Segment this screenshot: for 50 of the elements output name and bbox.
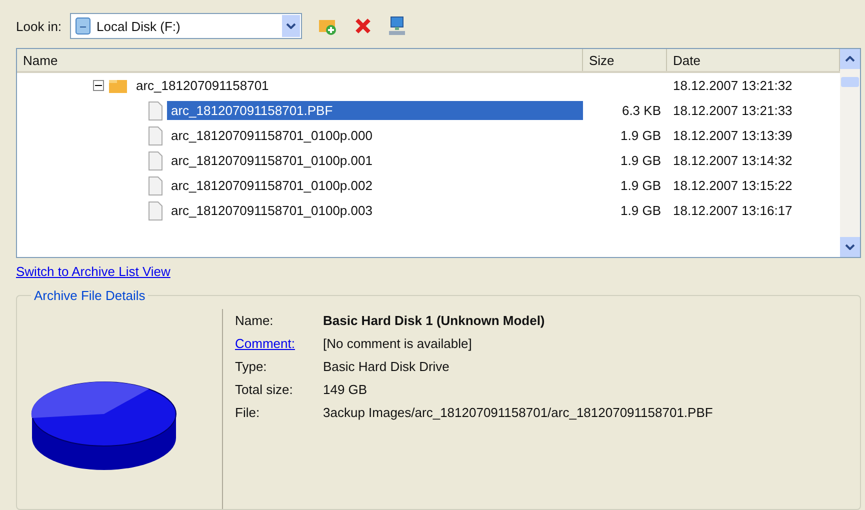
file-date: 18.12.2007 13:14:32: [672, 153, 794, 168]
scrollbar[interactable]: [840, 49, 860, 257]
field-value: Basic Hard Disk Drive: [323, 359, 450, 374]
delete-button[interactable]: [354, 17, 372, 35]
file-icon: [147, 200, 163, 220]
look-in-dropdown[interactable]: Local Disk (F:): [70, 13, 302, 39]
file-size: 1.9 GB: [620, 203, 662, 218]
column-header[interactable]: Size: [583, 49, 667, 71]
file-size: 1.9 GB: [620, 153, 662, 168]
scroll-thumb[interactable]: [841, 77, 859, 87]
look-in-label: Look in:: [16, 18, 62, 34]
field-label: Type:: [235, 359, 268, 374]
file-name[interactable]: arc_181207091158701_0100p.002: [167, 176, 376, 195]
folder-plus-icon: [318, 17, 338, 35]
field-value: Basic Hard Disk 1 (Unknown Model): [323, 313, 546, 328]
field-label: Name:: [235, 313, 274, 328]
file-name[interactable]: arc_181207091158701_0100p.000: [167, 126, 376, 145]
column-header[interactable]: Name: [17, 49, 583, 71]
file-icon: [147, 150, 163, 170]
file-size: 1.9 GB: [620, 178, 662, 193]
field-value: [No comment is available]: [323, 336, 473, 351]
file-date: 18.12.2007 13:16:17: [672, 203, 794, 218]
comment-link[interactable]: Comment:: [235, 336, 323, 351]
file-icon: [147, 126, 163, 146]
file-date: 18.12.2007 13:21:32: [672, 78, 794, 93]
group-title: Archive File Details: [33, 288, 146, 303]
field-value: 3ackup Images/arc_181207091158701/arc_181207091158701.PBF: [323, 405, 713, 420]
network-button[interactable]: [388, 16, 406, 36]
field-label: Total size:: [235, 382, 294, 397]
field-label: File:: [235, 405, 261, 420]
file-name[interactable]: arc_181207091158701.PBF: [167, 101, 583, 120]
drive-icon: [74, 17, 91, 35]
collapse-icon[interactable]: [93, 80, 104, 91]
file-date: 18.12.2007 13:21:33: [672, 103, 794, 118]
folder-name[interactable]: arc_181207091158701: [132, 76, 273, 95]
computer-icon: [388, 16, 406, 36]
file-name[interactable]: arc_181207091158701_0100p.001: [167, 151, 376, 170]
file-date: 18.12.2007 13:13:39: [672, 128, 794, 143]
file-size: 6.3 KB: [620, 103, 662, 118]
caret-icon: [286, 23, 296, 29]
file-date: 18.12.2007 13:15:22: [672, 178, 794, 193]
file-size: 1.9 GB: [620, 128, 662, 143]
file-name[interactable]: arc_181207091158701_0100p.003: [167, 201, 376, 220]
cross-icon: [354, 17, 372, 35]
file-icon: [147, 176, 163, 196]
file-icon: [147, 100, 163, 120]
switch-view-link[interactable]: Switch to Archive List View: [16, 264, 170, 279]
new-folder-button[interactable]: [318, 17, 338, 35]
field-value: 149 GB: [323, 382, 368, 397]
folder-icon: [108, 78, 128, 94]
